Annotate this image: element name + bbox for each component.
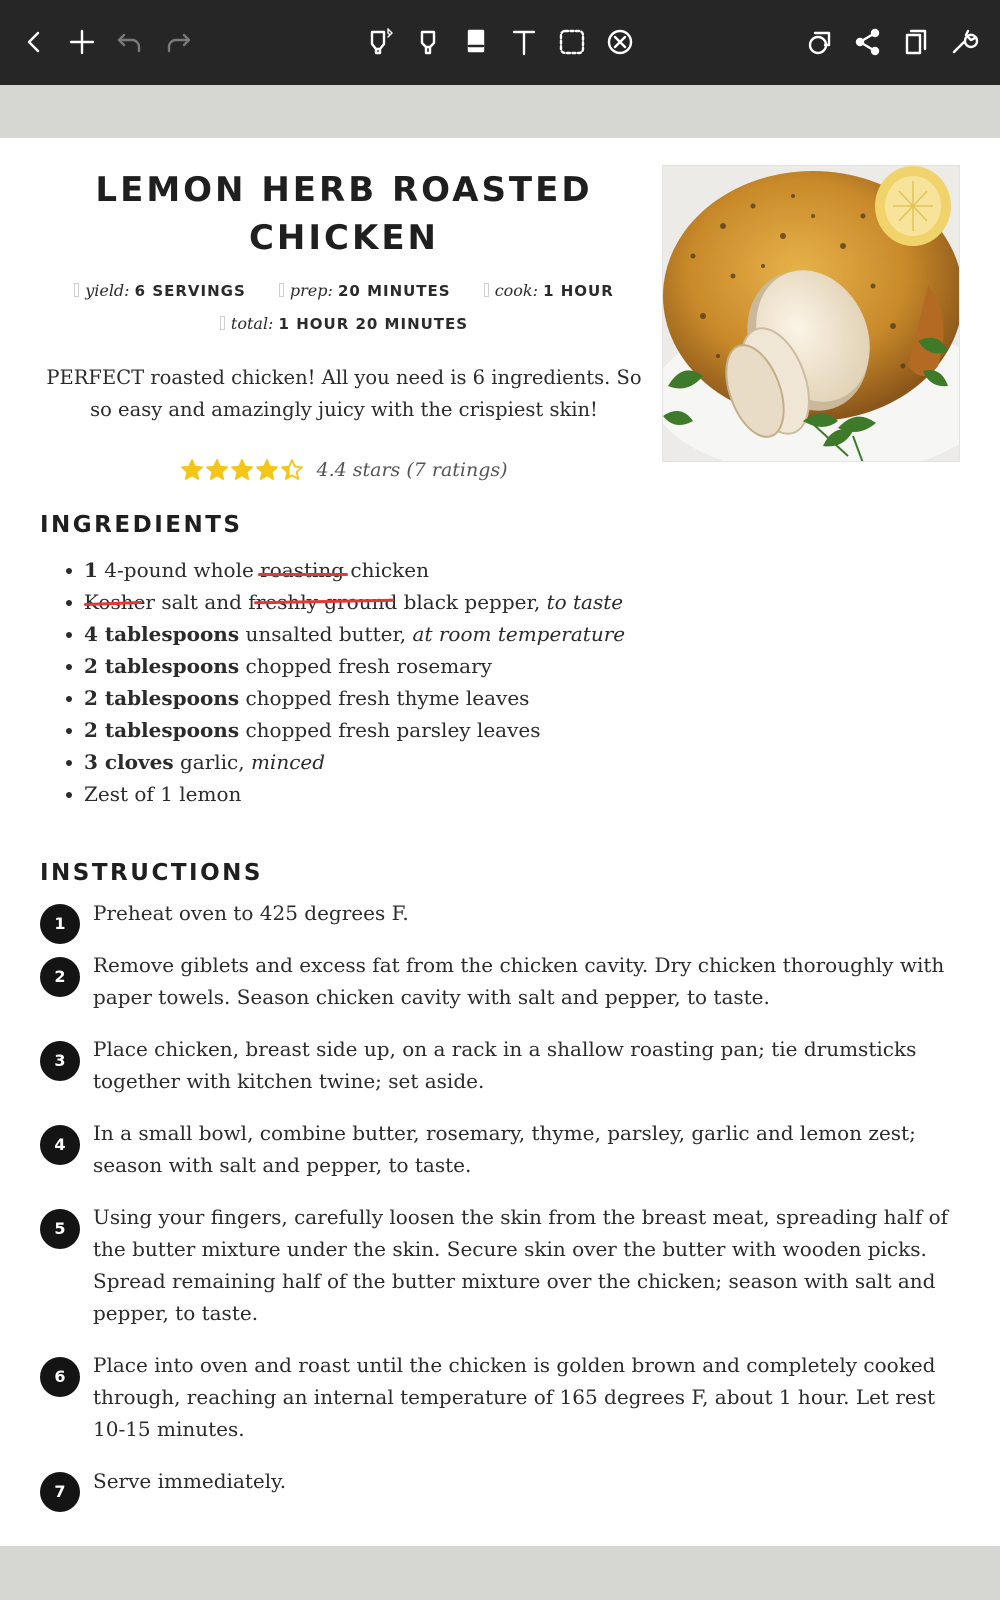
recipe-photo bbox=[662, 165, 960, 462]
struck-word: roasting bbox=[258, 558, 349, 582]
redo-button[interactable] bbox=[158, 22, 198, 62]
rating-text: 4.4 stars (7 ratings) bbox=[316, 459, 508, 481]
step-number-badge: 3 bbox=[40, 1041, 80, 1081]
step-text: Place chicken, breast side up, on a rack… bbox=[93, 1037, 917, 1093]
share-icon bbox=[855, 28, 880, 56]
recipe-times: yield: 6 SERVINGS prep: 20 MINUTES cook:… bbox=[40, 280, 648, 302]
star-icon bbox=[256, 459, 279, 480]
back-button[interactable] bbox=[14, 22, 54, 62]
recipe-title: LEMON HERB ROASTED CHICKEN bbox=[95, 170, 593, 258]
ingredient-text: chopped fresh thyme leaves bbox=[239, 686, 530, 710]
step-text: Serve immediately. bbox=[93, 1469, 287, 1493]
step-text: Using your fingers, carefully loosen the… bbox=[93, 1205, 949, 1325]
step-text: Remove giblets and excess fat from the c… bbox=[93, 953, 945, 1009]
total-icon bbox=[219, 316, 225, 330]
strikethrough-mark bbox=[258, 573, 349, 576]
ingredient-amount: 2 tablespoons bbox=[84, 718, 240, 742]
plus-icon bbox=[69, 29, 95, 55]
ingredient-text: chopped fresh rosemary bbox=[239, 654, 492, 678]
recipe-page: LEMON HERB ROASTED CHICKEN yield: 6 SERV… bbox=[0, 138, 1000, 1546]
ingredient-item: 1 4-pound whole roasting chicken bbox=[62, 554, 922, 586]
ingredient-text: 4-pound whole bbox=[97, 558, 261, 582]
recipe-summary: PERFECT roasted chicken! All you need is… bbox=[46, 366, 642, 421]
ingredient-item: 2 tablespoons chopped fresh parsley leav… bbox=[62, 714, 922, 746]
ingredient-item: Zest of 1 lemon bbox=[62, 778, 922, 810]
ingredient-text: garlic, bbox=[173, 750, 251, 774]
ingredient-amount: 3 cloves bbox=[84, 750, 174, 774]
add-page-button[interactable] bbox=[62, 22, 102, 62]
redo-icon bbox=[167, 33, 191, 53]
text-tool-button[interactable] bbox=[504, 22, 544, 62]
eraser-icon bbox=[467, 29, 485, 53]
step-number-badge: 7 bbox=[40, 1472, 80, 1512]
highlighter-tool-button[interactable] bbox=[408, 22, 448, 62]
prep-icon bbox=[278, 283, 284, 297]
pen-tool-button[interactable] bbox=[360, 22, 400, 62]
instructions-heading: INSTRUCTIONS bbox=[40, 860, 263, 886]
step-text: Place into oven and roast until the chic… bbox=[93, 1353, 936, 1441]
ingredient-item: 2 tablespoons chopped fresh rosemary bbox=[62, 650, 922, 682]
share-button[interactable] bbox=[848, 22, 888, 62]
ingredient-item: 2 tablespoons chopped fresh thyme leaves bbox=[62, 682, 922, 714]
recipe-total-time: total: 1 HOUR 20 MINUTES bbox=[40, 313, 648, 335]
ingredient-amount: 2 tablespoons bbox=[84, 686, 240, 710]
wrench-icon bbox=[952, 29, 979, 54]
layers-button[interactable] bbox=[800, 22, 840, 62]
ingredient-note: minced bbox=[250, 750, 326, 774]
pages-button[interactable] bbox=[896, 22, 936, 62]
prep-info: prep: 20 MINUTES bbox=[278, 280, 451, 302]
step-text: Preheat oven to 425 degrees F. bbox=[93, 901, 409, 925]
ingredient-item: 3 cloves garlic, minced bbox=[62, 746, 922, 778]
undo-icon bbox=[117, 33, 141, 53]
ingredient-item: Kosher salt and freshly ground black pep… bbox=[62, 586, 922, 618]
ingredient-text: chicken bbox=[344, 558, 429, 582]
ingredient-amount: 1 bbox=[84, 558, 98, 582]
step-number-badge: 4 bbox=[40, 1125, 80, 1165]
pen-bluetooth-icon bbox=[370, 28, 393, 55]
ingredients-list: 1 4-pound whole roasting chicken Kosher s… bbox=[62, 554, 922, 810]
ingredient-amount: 2 tablespoons bbox=[84, 654, 240, 678]
close-circle-icon bbox=[607, 29, 633, 55]
ingredient-text: chopped fresh parsley leaves bbox=[239, 718, 541, 742]
highlighter-icon bbox=[420, 30, 436, 55]
lasso-select-button[interactable] bbox=[552, 22, 592, 62]
cook-info: cook: 1 HOUR bbox=[483, 280, 614, 302]
eraser-tool-button[interactable] bbox=[456, 22, 496, 62]
ingredient-note: to taste bbox=[546, 590, 624, 614]
star-rating bbox=[180, 458, 305, 482]
copy-icon bbox=[905, 29, 927, 55]
step-number-badge: 1 bbox=[40, 904, 80, 944]
text-icon bbox=[512, 30, 536, 56]
canvas-margin-bottom bbox=[0, 1546, 1000, 1600]
step-number-badge: 6 bbox=[40, 1357, 80, 1397]
step-number-badge: 5 bbox=[40, 1209, 80, 1249]
recipe-rating: 4.4 stars (7 ratings) bbox=[40, 458, 648, 482]
star-icon bbox=[206, 459, 229, 480]
ingredient-item: 4 tablespoons unsalted butter, at room t… bbox=[62, 618, 922, 650]
canvas-margin-top bbox=[0, 85, 1000, 138]
yield-icon bbox=[74, 283, 80, 297]
yield-info: yield: 6 SERVINGS bbox=[74, 280, 246, 302]
ingredients-heading: INGREDIENTS bbox=[40, 512, 243, 538]
cook-icon bbox=[483, 283, 489, 297]
shapes-tool-button[interactable] bbox=[600, 22, 640, 62]
step-text: In a small bowl, combine butter, rosemar… bbox=[93, 1121, 916, 1177]
undo-button[interactable] bbox=[110, 22, 150, 62]
step-number-badge: 2 bbox=[40, 957, 80, 997]
ingredient-amount: 4 tablespoons bbox=[84, 622, 240, 646]
lasso-icon bbox=[559, 29, 585, 55]
ingredient-text: unsalted butter, bbox=[239, 622, 413, 646]
ingredient-note: at room temperature bbox=[412, 622, 626, 646]
total-info: total: 1 HOUR 20 MINUTES bbox=[219, 313, 468, 335]
chevron-left-icon bbox=[27, 31, 40, 53]
ingredient-text: Zest of 1 lemon bbox=[84, 782, 242, 806]
settings-button[interactable] bbox=[944, 22, 984, 62]
roasted-chicken-photo bbox=[663, 166, 959, 461]
star-icon bbox=[231, 459, 254, 480]
layers-icon bbox=[808, 31, 831, 55]
top-toolbar bbox=[0, 0, 1000, 85]
star-icon bbox=[281, 459, 304, 480]
star-icon bbox=[181, 459, 204, 480]
